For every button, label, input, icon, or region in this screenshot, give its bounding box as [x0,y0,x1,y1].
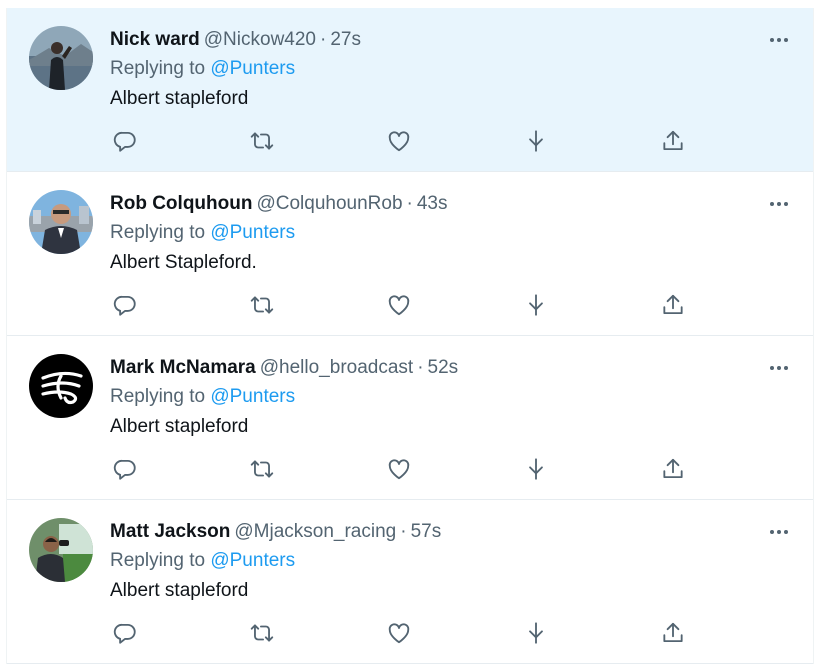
heart-icon [388,623,410,644]
more-horizontal-icon [770,366,774,370]
tweet-header: Matt Jackson @Mjackson_racing · 57s [110,521,441,543]
reply-icon [113,131,136,152]
reply-button[interactable] [112,620,138,646]
mention-link[interactable]: @Punters [210,550,295,571]
more-options-button[interactable] [767,522,791,542]
tweet[interactable]: Nick ward @Nickow420 · 27s Replying to @Pun… [7,8,813,172]
share-icon [663,130,683,151]
retweet-button[interactable] [249,128,275,154]
download-icon [529,622,543,644]
reply-button[interactable] [112,456,138,482]
timestamp[interactable]: 57s [411,521,442,542]
user-handle[interactable]: @hello_broadcast [260,357,413,378]
like-button[interactable] [386,620,412,646]
retweet-icon [250,132,274,150]
reply-icon [113,295,136,316]
tweet-text: Albert stapleford [110,580,249,601]
separator-dot: · [406,193,413,214]
mention-link[interactable]: @Punters [210,58,295,79]
avatar[interactable] [29,354,93,418]
tweet-header: Nick ward @Nickow420 · 27s [110,29,361,51]
download-button[interactable] [523,128,549,154]
retweet-button[interactable] [249,456,275,482]
like-button[interactable] [386,292,412,318]
tweet[interactable]: Mark McNamara @hello_broadcast · 52s Replyi… [7,336,813,500]
reply-feed: Nick ward @Nickow420 · 27s Replying to @Pun… [6,8,814,664]
action-bar [110,620,690,650]
tweet-header: Rob Colquhoun @ColquhounRob · 43s [110,193,448,215]
separator-dot: · [319,29,327,50]
share-button[interactable] [660,620,686,646]
tweet[interactable]: Matt Jackson @Mjackson_racing · 57s Replyin… [7,500,813,664]
action-bar [110,456,690,486]
heart-icon [388,131,410,152]
timestamp[interactable]: 27s [330,29,361,50]
tweet-text: Albert stapleford [110,88,249,109]
retweet-icon [250,460,274,478]
display-name[interactable]: Rob Colquhoun [110,193,252,214]
heart-icon [388,459,410,480]
replying-to-label: Replying to [110,222,206,243]
mention-link[interactable]: @Punters [210,386,295,407]
display-name[interactable]: Matt Jackson [110,521,230,542]
replying-to-label: Replying to [110,550,206,571]
replying-to-line: Replying to @Punters [110,222,295,244]
share-icon [663,458,683,479]
retweet-button[interactable] [249,292,275,318]
reply-icon [113,623,136,644]
heart-icon [388,295,410,316]
action-bar [110,128,690,158]
timestamp[interactable]: 43s [417,193,448,214]
share-button[interactable] [660,292,686,318]
like-button[interactable] [386,456,412,482]
separator-dot: · [417,357,424,378]
reply-button[interactable] [112,128,138,154]
separator-dot: · [400,521,407,542]
avatar[interactable] [29,26,93,90]
replying-to-line: Replying to @Punters [110,58,295,80]
tweet-text: Albert Stapleford. [110,252,257,273]
share-button[interactable] [660,128,686,154]
tweet-text: Albert stapleford [110,416,249,437]
display-name[interactable]: Nick ward [110,29,200,50]
tweet[interactable]: Rob Colquhoun @ColquhounRob · 43s Replying … [7,172,813,336]
retweet-button[interactable] [249,620,275,646]
download-button[interactable] [523,292,549,318]
download-button[interactable] [523,620,549,646]
action-bar [110,292,690,322]
avatar[interactable] [29,190,93,254]
user-handle[interactable]: @Nickow420 [204,29,316,50]
avatar[interactable] [29,518,93,582]
reply-button[interactable] [112,292,138,318]
more-options-button[interactable] [767,358,791,378]
more-horizontal-icon [770,38,774,42]
replying-to-line: Replying to @Punters [110,550,295,572]
share-button[interactable] [660,456,686,482]
download-icon [529,294,543,316]
retweet-icon [250,624,274,642]
replying-to-label: Replying to [110,58,206,79]
more-horizontal-icon [770,530,774,534]
timestamp[interactable]: 52s [428,357,459,378]
user-handle[interactable]: @Mjackson_racing [234,521,396,542]
share-icon [663,294,683,315]
replying-to-line: Replying to @Punters [110,386,295,408]
download-button[interactable] [523,456,549,482]
replying-to-label: Replying to [110,386,206,407]
reply-icon [113,459,136,480]
download-icon [529,458,543,480]
tweet-header: Mark McNamara @hello_broadcast · 52s [110,357,458,379]
share-icon [663,622,683,643]
more-horizontal-icon [770,202,774,206]
display-name[interactable]: Mark McNamara [110,357,256,378]
mention-link[interactable]: @Punters [210,222,295,243]
more-options-button[interactable] [767,30,791,50]
user-handle[interactable]: @ColquhounRob [256,193,402,214]
more-options-button[interactable] [767,194,791,214]
like-button[interactable] [386,128,412,154]
download-icon [529,130,543,152]
retweet-icon [250,296,274,314]
